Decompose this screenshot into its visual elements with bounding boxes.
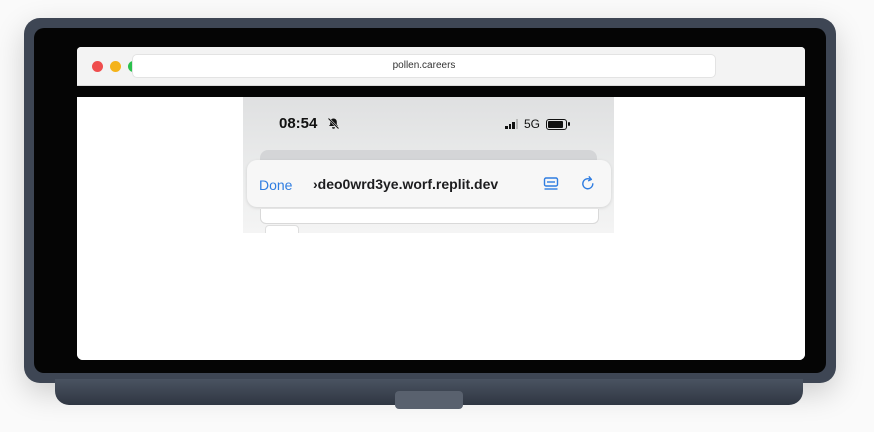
minimize-window-button[interactable]: [110, 61, 121, 72]
status-time: 08:54: [279, 115, 318, 132]
reader-mode-icon[interactable]: [543, 176, 559, 192]
browser-window: pollen.careers 08:54 5G Done ›deo0wrd3ye…: [77, 47, 805, 360]
toolbar-divider: [77, 86, 805, 97]
done-button[interactable]: Done: [259, 177, 292, 193]
reload-icon[interactable]: [580, 175, 596, 192]
page-content: 08:54 5G Done ›deo0wrd3ye.worf.replit.de…: [77, 97, 805, 360]
battery-icon: [546, 118, 571, 130]
network-type: 5G: [524, 117, 541, 131]
close-window-button[interactable]: [92, 61, 103, 72]
browser-toolbar: pollen.careers: [77, 47, 805, 86]
signal-bars-icon: [505, 119, 518, 129]
safari-address-bar: Done ›deo0wrd3ye.worf.replit.dev: [247, 160, 611, 207]
phone-screenshot: 08:54 5G Done ›deo0wrd3ye.worf.replit.de…: [243, 97, 614, 233]
page-tab-element: [265, 225, 299, 233]
laptop-hinge-notch: [395, 391, 463, 409]
bell-slash-icon: [327, 117, 340, 130]
page-card: [260, 209, 599, 224]
browser-address-bar[interactable]: pollen.careers: [132, 54, 716, 78]
status-indicators: 5G: [505, 117, 571, 131]
address-url[interactable]: ›deo0wrd3ye.worf.replit.dev: [313, 176, 498, 192]
